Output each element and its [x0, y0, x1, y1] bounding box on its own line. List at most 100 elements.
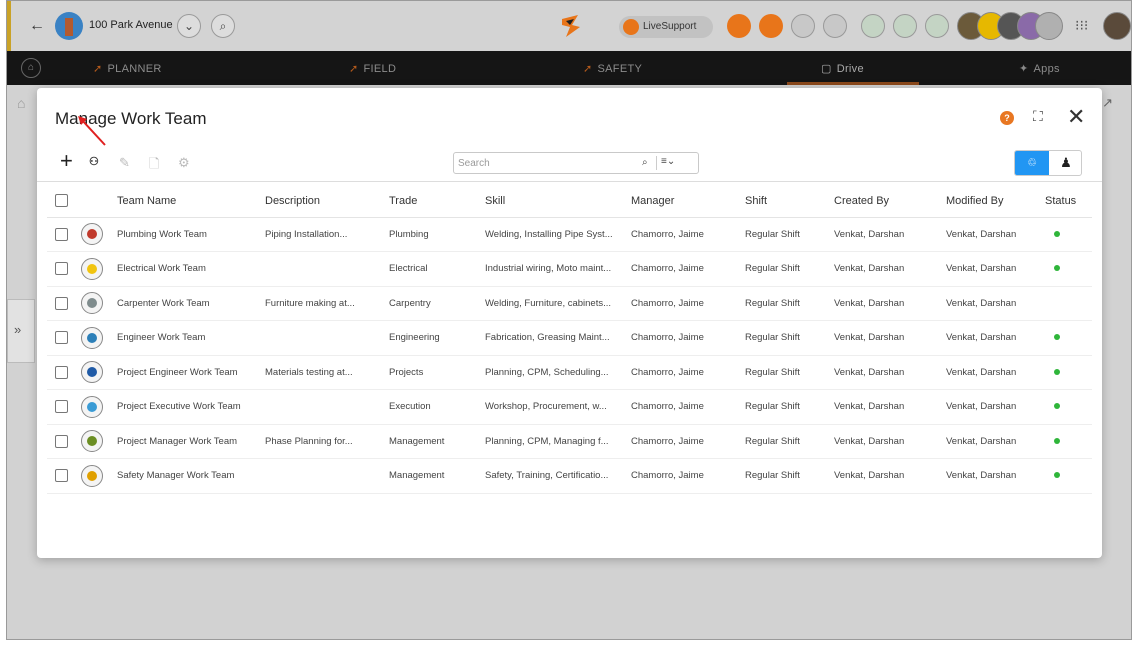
- status-active-dot: [1054, 265, 1060, 272]
- cell-trade: Management: [389, 458, 485, 494]
- team-avatar-icon: [81, 223, 103, 246]
- home-icon[interactable]: ⌂: [21, 58, 41, 78]
- cell-created-by: Venkat, Darshan: [834, 424, 946, 459]
- cell-shift: Regular Shift: [745, 251, 834, 287]
- team-avatar-icon: [81, 292, 103, 315]
- team-icon[interactable]: [925, 14, 949, 38]
- search-icon[interactable]: ⌕: [211, 14, 235, 38]
- avatar[interactable]: [1035, 12, 1063, 40]
- help-icon[interactable]: [727, 14, 751, 38]
- nav-drive[interactable]: ▢ Drive: [821, 62, 864, 75]
- nav-safety-label: SAFETY: [597, 63, 643, 75]
- divider: [656, 156, 657, 170]
- external-link-icon[interactable]: ↗: [1102, 95, 1113, 111]
- cell-skill: Fabrication, Greasing Maint...: [485, 320, 631, 356]
- edit-icon[interactable]: ✎: [119, 155, 130, 171]
- table-row[interactable]: Electrical Work Team Electrical Industrial…: [47, 251, 1092, 287]
- nav-planner[interactable]: ➚ PLANNER: [93, 62, 162, 75]
- table-row[interactable]: Carpenter Work Team Furniture making at..…: [47, 286, 1092, 321]
- row-checkbox[interactable]: [55, 331, 68, 345]
- cell-team-name: Project Engineer Work Team: [117, 355, 265, 390]
- back-arrow-icon[interactable]: ←: [29, 17, 45, 35]
- clipboard-icon[interactable]: [791, 14, 815, 38]
- cell-status: [1045, 355, 1092, 390]
- cell-modified-by: Venkat, Darshan: [946, 355, 1045, 390]
- cell-modified-by: Venkat, Darshan: [946, 458, 1045, 494]
- cell-shift: Regular Shift: [745, 424, 834, 459]
- user-avatar[interactable]: [1103, 12, 1131, 40]
- page-home-icon[interactable]: ⌂: [17, 95, 37, 115]
- column-header-description[interactable]: Description: [265, 185, 389, 218]
- team-avatar-icon: [81, 430, 103, 453]
- column-header-skill[interactable]: Skill: [485, 185, 631, 218]
- cell-created-by: Venkat, Darshan: [834, 458, 946, 494]
- search-field: ⌕ ≡⌄: [453, 152, 699, 174]
- livesupport-icon: [623, 19, 639, 35]
- livesupport-button[interactable]: LiveSupport: [619, 16, 713, 38]
- nav-apps[interactable]: ✦ Apps: [1019, 62, 1060, 75]
- table-row[interactable]: Project Manager Work Team Phase Planning …: [47, 424, 1092, 459]
- delete-icon[interactable]: 🗋: [149, 155, 159, 177]
- nav-safety[interactable]: ➚ SAFETY: [583, 62, 642, 75]
- cell-skill: Welding, Furniture, cabinets...: [485, 286, 631, 321]
- help-icon[interactable]: ?: [1000, 111, 1014, 125]
- project-dropdown-icon[interactable]: ⌄: [177, 14, 201, 38]
- row-checkbox[interactable]: [55, 365, 68, 379]
- row-checkbox[interactable]: [55, 469, 68, 483]
- cell-description: [265, 251, 389, 287]
- cell-created-by: Venkat, Darshan: [834, 355, 946, 390]
- chat-icon[interactable]: [893, 14, 917, 38]
- document-icon[interactable]: [823, 14, 847, 38]
- cell-team-name: Project Manager Work Team: [117, 424, 265, 459]
- livesupport-label: LiveSupport: [643, 21, 697, 32]
- team-view-icon[interactable]: ♲: [1015, 151, 1049, 175]
- cell-shift: Regular Shift: [745, 217, 834, 252]
- sheet-icon[interactable]: [861, 14, 885, 38]
- cell-description: Phase Planning for...: [265, 424, 389, 459]
- sidebar-expand-button[interactable]: »: [7, 299, 35, 363]
- search-icon[interactable]: ⌕: [642, 157, 648, 168]
- cell-status: [1045, 320, 1092, 356]
- row-checkbox[interactable]: [55, 262, 68, 276]
- table-row[interactable]: Project Engineer Work Team Materials test…: [47, 355, 1092, 390]
- table-row[interactable]: Project Executive Work Team Execution Work…: [47, 389, 1092, 425]
- column-header-shift[interactable]: Shift: [745, 185, 834, 218]
- column-header-created-by[interactable]: Created By: [834, 185, 946, 218]
- cell-created-by: Venkat, Darshan: [834, 251, 946, 287]
- expand-icon[interactable]: ⛶: [1033, 108, 1043, 125]
- cell-status: [1045, 424, 1092, 459]
- column-header-trade[interactable]: Trade: [389, 185, 485, 218]
- column-header-modified-by[interactable]: Modified By: [946, 185, 1045, 218]
- filter-icon[interactable]: ≡⌄: [661, 156, 675, 167]
- search-input[interactable]: [458, 155, 628, 171]
- column-header-team-name[interactable]: Team Name: [117, 185, 265, 218]
- team-avatar-icon: [81, 326, 103, 349]
- gear-icon[interactable]: ⚙: [178, 155, 190, 171]
- project-building-icon[interactable]: [55, 12, 83, 40]
- table-row[interactable]: Safety Manager Work Team Management Safety…: [47, 458, 1092, 494]
- status-active-dot: [1054, 403, 1060, 410]
- column-header-status[interactable]: Status: [1045, 185, 1092, 218]
- nav-field[interactable]: ➚ FIELD: [349, 62, 396, 75]
- select-all-checkbox[interactable]: [55, 194, 68, 208]
- column-header-manager[interactable]: Manager: [631, 185, 745, 218]
- row-checkbox[interactable]: [55, 296, 68, 310]
- cell-team-name: Electrical Work Team: [117, 251, 265, 287]
- team-settings-icon[interactable]: ⚇: [89, 155, 99, 168]
- row-checkbox[interactable]: [55, 400, 68, 414]
- close-icon[interactable]: ✕: [1067, 104, 1085, 130]
- table-toolbar: + ⚇ ✎ 🗋 ⚙ ⌕ ≡⌄ ♲ ♟: [37, 144, 1102, 182]
- row-checkbox[interactable]: [55, 434, 68, 448]
- cell-modified-by: Venkat, Darshan: [946, 389, 1045, 425]
- add-icon[interactable]: +: [60, 148, 73, 174]
- nav-apps-label: Apps: [1033, 63, 1060, 75]
- project-name[interactable]: 100 Park Avenue: [89, 19, 173, 31]
- tools-icon[interactable]: [759, 14, 783, 38]
- apps-grid-icon[interactable]: ⁝⁝⁝: [1075, 17, 1088, 34]
- table-row[interactable]: Engineer Work Team Engineering Fabrication…: [47, 320, 1092, 356]
- cell-modified-by: Venkat, Darshan: [946, 320, 1045, 356]
- person-view-icon[interactable]: ♟: [1049, 151, 1081, 175]
- table-row[interactable]: Plumbing Work Team Piping Installation...…: [47, 217, 1092, 252]
- cell-shift: Regular Shift: [745, 355, 834, 390]
- row-checkbox[interactable]: [55, 227, 68, 241]
